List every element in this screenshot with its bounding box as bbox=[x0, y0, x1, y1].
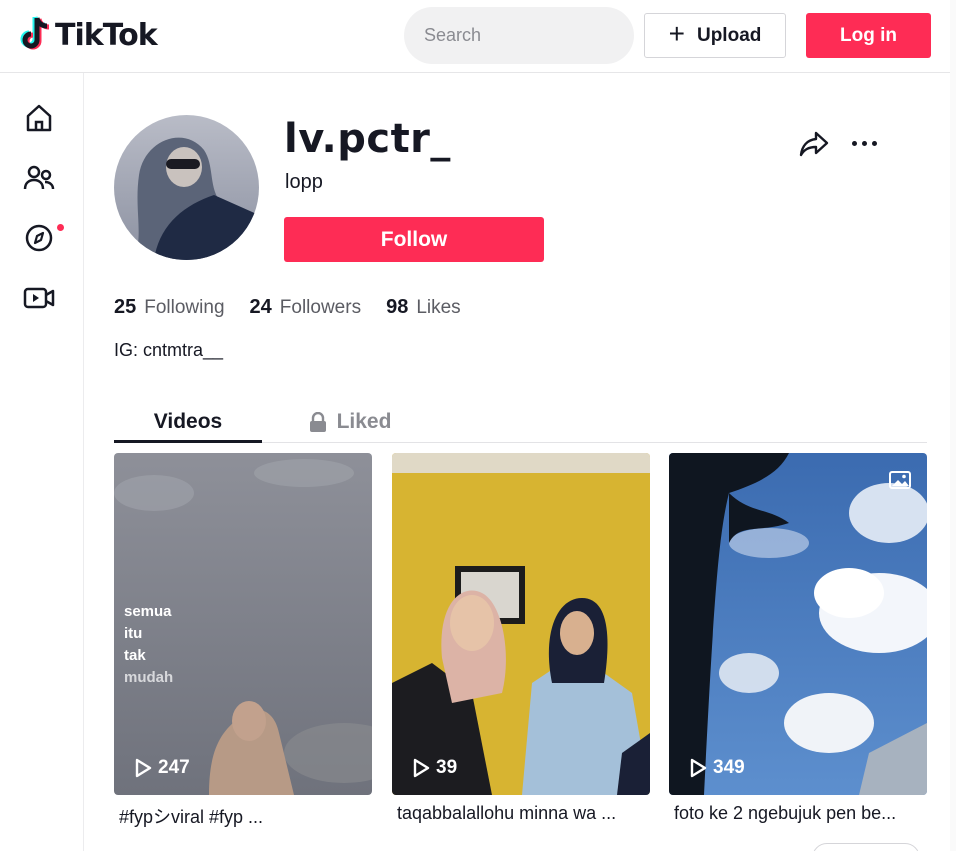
play-icon bbox=[135, 758, 152, 778]
followers-label: Followers bbox=[279, 297, 362, 318]
tiktok-note-icon bbox=[20, 16, 50, 50]
followers-stat[interactable]: 24 Followers bbox=[250, 296, 362, 319]
share-icon[interactable] bbox=[798, 127, 830, 159]
view-count-text: 39 bbox=[436, 757, 458, 778]
follow-button[interactable]: Follow bbox=[284, 217, 544, 262]
following-stat[interactable]: 25 Following bbox=[114, 296, 225, 319]
avatar bbox=[114, 115, 259, 260]
view-count: 349 bbox=[689, 757, 745, 779]
video-card-1[interactable]: semua itu tak mudah 247 bbox=[114, 453, 372, 795]
likes-count: 98 bbox=[386, 296, 409, 318]
more-options-icon[interactable] bbox=[848, 130, 880, 156]
sidebar bbox=[0, 73, 84, 851]
logo-text: TikTok bbox=[55, 17, 158, 53]
video-overlay-text: semua itu tak mudah bbox=[124, 601, 173, 689]
profile-username: lv.pctr_ bbox=[284, 116, 451, 162]
live-icon[interactable] bbox=[22, 281, 56, 315]
home-icon[interactable] bbox=[22, 101, 56, 135]
lock-icon bbox=[309, 411, 326, 432]
overlay-line: semua bbox=[124, 603, 172, 620]
following-icon[interactable] bbox=[22, 161, 56, 195]
overlay-line: mudah bbox=[124, 669, 174, 686]
likes-stat: 98 Likes bbox=[386, 296, 461, 319]
video-caption-1[interactable]: #fypシviral #fyp ... bbox=[114, 803, 372, 829]
video-card-3[interactable]: 349 bbox=[669, 453, 927, 795]
play-icon bbox=[690, 758, 707, 778]
notification-dot bbox=[57, 224, 64, 231]
top-header: TikTok + Upload Log in bbox=[0, 0, 956, 73]
page-scrollbar[interactable] bbox=[950, 0, 956, 851]
profile-stats: 25 Following 24 Followers 98 Likes bbox=[114, 296, 486, 319]
view-count: 247 bbox=[134, 757, 190, 779]
search-input[interactable] bbox=[424, 25, 614, 46]
search-bar[interactable] bbox=[404, 7, 634, 64]
view-count: 39 bbox=[412, 757, 457, 779]
plus-icon: + bbox=[668, 18, 685, 49]
upload-button[interactable]: + Upload bbox=[644, 13, 786, 58]
tab-liked-label: Liked bbox=[336, 409, 392, 433]
video-caption-2[interactable]: taqabbalallohu minna wa ... bbox=[392, 803, 650, 824]
tab-liked[interactable]: Liked bbox=[290, 400, 410, 443]
followers-count: 24 bbox=[249, 296, 272, 318]
partial-button[interactable] bbox=[812, 843, 920, 851]
profile-nickname: lopp bbox=[285, 171, 323, 193]
explore-icon[interactable] bbox=[22, 221, 56, 255]
play-icon bbox=[413, 758, 430, 778]
overlay-line: itu bbox=[124, 625, 143, 642]
profile-bio: IG: cntmtra__ bbox=[114, 340, 224, 360]
photo-icon bbox=[889, 471, 911, 489]
likes-label: Likes bbox=[416, 297, 461, 318]
video-card-2[interactable]: 39 bbox=[392, 453, 650, 795]
tab-videos[interactable]: Videos bbox=[114, 400, 262, 443]
overlay-line: tak bbox=[124, 647, 146, 664]
active-tab-indicator bbox=[114, 440, 262, 443]
following-label: Following bbox=[144, 297, 225, 318]
view-count-text: 349 bbox=[713, 757, 745, 778]
tiktok-logo[interactable]: TikTok bbox=[18, 16, 158, 54]
view-count-text: 247 bbox=[158, 757, 190, 778]
video-caption-3[interactable]: foto ke 2 ngebujuk pen be... bbox=[669, 803, 927, 824]
upload-label: Upload bbox=[696, 24, 762, 46]
following-count: 25 bbox=[114, 296, 137, 318]
login-button[interactable]: Log in bbox=[806, 13, 931, 58]
profile-tabs: Videos Liked bbox=[114, 400, 927, 443]
